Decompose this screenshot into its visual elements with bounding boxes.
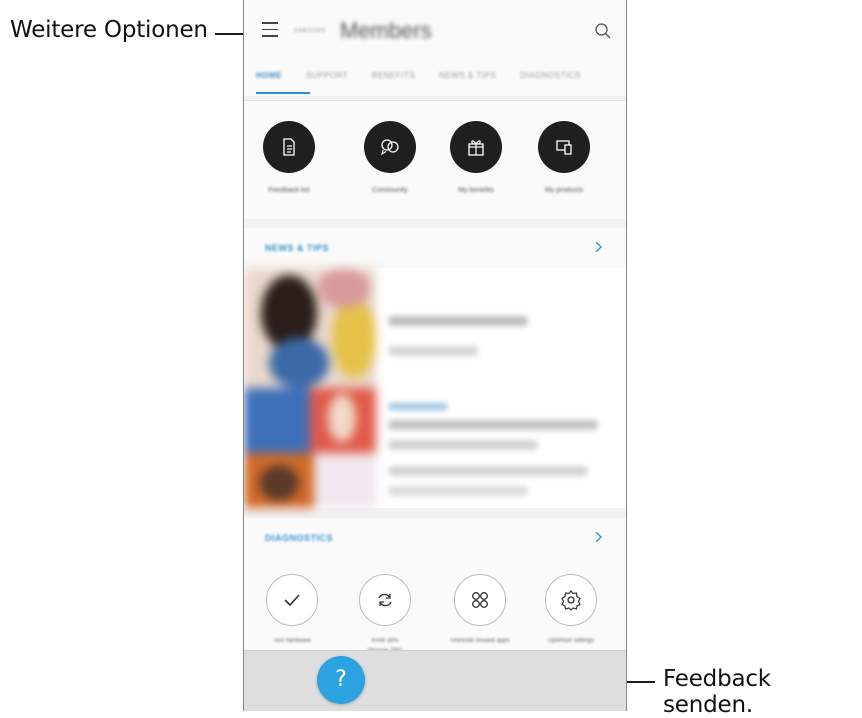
diagnostic-label: Test hardware (273, 638, 311, 644)
tab-benefits[interactable]: BENEFITS (360, 64, 427, 96)
chevron-right-icon (595, 531, 602, 543)
quick-action-label: My benefits (458, 187, 494, 194)
diagnostic-uninstall-apps[interactable]: Uninstall unused apps (435, 574, 525, 646)
refresh-icon (359, 574, 411, 626)
phone-screen: SAMSUNG Members HOME SUPPORT BENEFITS NE… (243, 0, 627, 711)
diagnostic-memory-storage[interactable]: RAM 38% Storage 29% (340, 574, 430, 656)
gift-icon (450, 121, 502, 173)
tab-news-tips[interactable]: NEWS & TIPS (427, 64, 508, 96)
news-text-block (376, 268, 626, 508)
menu-icon[interactable] (262, 22, 278, 38)
diagnostic-test-hardware[interactable]: Test hardware (247, 574, 337, 646)
tab-indicator (256, 92, 310, 94)
community-icon (364, 121, 416, 173)
diagnostic-label: Optimize settings (547, 638, 595, 644)
devices-icon (538, 121, 590, 173)
diagnostics-grid: Test hardware RAM 38% Storage 29% Uninst… (244, 558, 626, 654)
help-fab-button[interactable]: ? (317, 656, 365, 704)
bottom-bar (244, 650, 626, 711)
search-icon[interactable] (594, 22, 612, 40)
quick-action-my-benefits[interactable]: My benefits (431, 121, 521, 194)
diagnostics-section-header[interactable]: DIAGNOSTICS (244, 518, 626, 558)
quick-action-feedback-list[interactable]: Feedback list (244, 121, 334, 194)
quick-action-label: My products (544, 187, 584, 194)
checkmark-icon (266, 574, 318, 626)
diagnostic-label: Uninstall unused apps (450, 638, 510, 644)
app-bar: SAMSUNG Members (244, 0, 626, 64)
quick-action-label: Community (372, 187, 408, 194)
diagnostic-optimize-settings[interactable]: Optimize settings (526, 574, 616, 646)
document-icon (263, 121, 315, 173)
news-thumbnails (244, 268, 376, 508)
quick-action-my-products[interactable]: My products (519, 121, 609, 194)
news-feed[interactable] (244, 268, 626, 508)
apps-icon (454, 574, 506, 626)
gear-icon (545, 574, 597, 626)
chevron-right-icon (595, 241, 602, 253)
diagnostics-title: DIAGNOSTICS (265, 533, 334, 543)
more-options-annotation: Weitere Optionen (10, 17, 208, 43)
app-title: Members (340, 18, 432, 43)
quick-actions: Feedback list Community My benefits My p… (244, 100, 626, 219)
send-feedback-annotation: Feedback senden. (663, 666, 771, 718)
quick-action-label: Feedback list (268, 187, 310, 194)
news-tips-title: NEWS & TIPS (265, 243, 330, 253)
brand-prefix: SAMSUNG (294, 28, 327, 34)
quick-action-community[interactable]: Community (345, 121, 435, 194)
tab-diagnostics[interactable]: DIAGNOSTICS (508, 64, 593, 96)
news-tips-section-header[interactable]: NEWS & TIPS (244, 228, 626, 268)
